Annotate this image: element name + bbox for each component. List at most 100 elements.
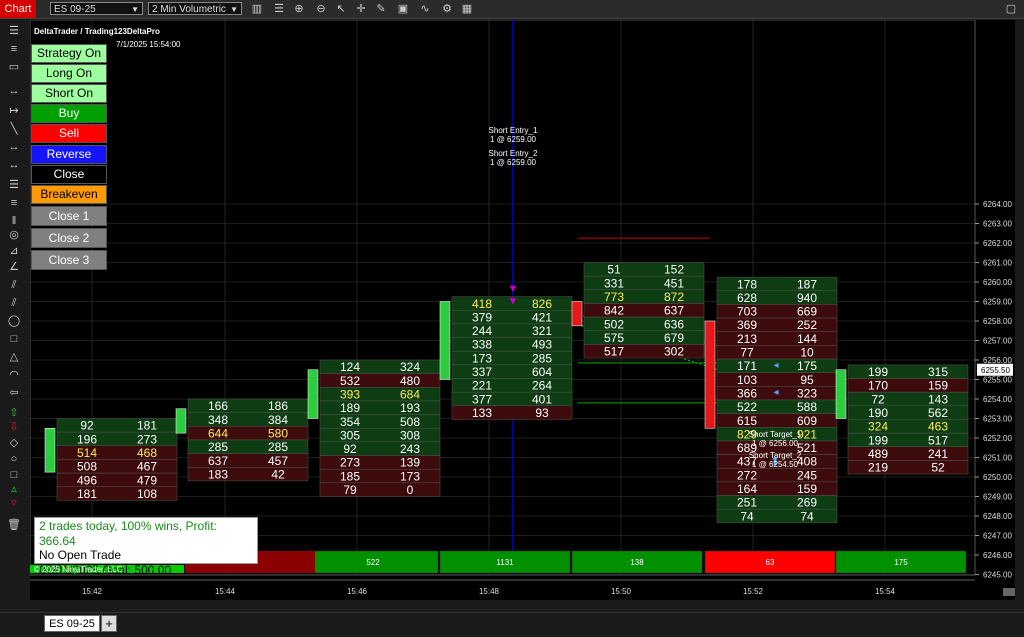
time-lines-icon[interactable]: ‖ (6, 214, 22, 228)
strategy-icon[interactable]: ⚙ (440, 2, 454, 16)
triangle-up-icon[interactable]: ▵ (6, 482, 22, 496)
list-icon[interactable]: ☰ (272, 2, 286, 16)
ask-volume: 143 (928, 392, 948, 406)
ask-volume: 636 (664, 317, 684, 331)
fib-icon[interactable]: ☰ (6, 178, 22, 192)
stats-open-trade: No Open Trade (39, 548, 122, 562)
snapshot-icon[interactable]: ▣ (396, 2, 410, 16)
ray-icon[interactable]: ↦ (6, 104, 22, 118)
add-tab-button[interactable]: + (101, 615, 117, 632)
close-2-button[interactable]: Close 2 (31, 228, 107, 248)
bid-volume: 219 (868, 461, 888, 475)
menu-icon[interactable]: ☰ (6, 24, 22, 38)
arrow-line-icon[interactable]: ↔ (6, 140, 22, 154)
bid-volume: 181 (77, 487, 97, 501)
footprint-cell (847, 405, 969, 420)
bid-volume: 199 (868, 365, 888, 379)
square-marker-icon[interactable]: □ (6, 468, 22, 482)
ask-volume: 285 (532, 351, 552, 365)
cursor-icon[interactable]: ↖ (334, 2, 348, 16)
indicator-icon[interactable]: ∿ (418, 2, 432, 16)
long-on-button[interactable]: Long On (31, 64, 107, 83)
close-3-button[interactable]: Close 3 (31, 250, 107, 270)
delta-value: 138 (630, 558, 644, 567)
lines-icon[interactable]: ≡ (6, 42, 22, 56)
trash-icon[interactable]: 🗑 (6, 518, 22, 532)
candle-body (44, 428, 56, 473)
properties-icon[interactable]: ▦ (460, 2, 474, 16)
pitchfork-icon[interactable]: ⫽ (6, 278, 22, 292)
trend-line-icon[interactable]: ╲ (6, 122, 22, 136)
bars-icon[interactable]: ▥ (250, 2, 264, 16)
arrow-down-icon[interactable]: ⇩ (6, 420, 22, 434)
price-tick-label: 6261.00 (983, 259, 1012, 268)
bid-volume: 331 (604, 276, 624, 290)
gann-icon[interactable]: ⊿ (6, 244, 22, 258)
square-icon[interactable]: □ (6, 332, 22, 346)
trade-annotation: Short Target_2 (749, 451, 802, 460)
ask-volume: 264 (532, 379, 552, 393)
diamond-icon[interactable]: ◇ (6, 436, 22, 450)
ask-volume: 463 (928, 420, 948, 434)
sell-button[interactable]: Sell (31, 124, 107, 143)
price-tick-label: 6250.00 (983, 473, 1012, 482)
triangle-down-icon[interactable]: ▿ (6, 496, 22, 510)
footprint-cell (716, 290, 838, 305)
ask-volume: 252 (797, 318, 817, 332)
zoom-in-icon[interactable]: ⊕ (292, 2, 306, 16)
time-tick-label: 15:52 (743, 587, 764, 596)
bid-volume: 773 (604, 290, 624, 304)
footprint-cell (187, 398, 309, 413)
window-icon[interactable]: ▢ (1004, 2, 1018, 16)
chart-datetime: 7/1/2025 15:54:00 (116, 40, 181, 49)
ellipse-icon[interactable]: ◯ (6, 314, 22, 328)
arc-icon[interactable]: ◠ (6, 368, 22, 382)
horizontal-line-icon[interactable]: ↔ (6, 84, 22, 98)
circle-target-icon[interactable]: ◎ (6, 228, 22, 242)
instrument-selector[interactable]: ES 09-25 ▼ (50, 2, 143, 15)
ask-volume: 826 (532, 297, 552, 311)
close-button[interactable]: Close (31, 165, 107, 184)
parallel-icon[interactable]: ⫽ (6, 296, 22, 310)
zoom-out-icon[interactable]: ⊖ (314, 2, 328, 16)
text-icon[interactable]: ⇦ (6, 386, 22, 400)
channel-icon[interactable]: ≡ (6, 196, 22, 210)
arrow-up-icon[interactable]: ⇧ (6, 406, 22, 420)
footprint-cell (716, 481, 838, 496)
instrument-tab[interactable]: ES 09-25 (44, 615, 100, 632)
breakeven-button[interactable]: Breakeven (31, 185, 107, 204)
ask-volume: 159 (797, 482, 817, 496)
price-tick-label: 6254.00 (983, 395, 1012, 404)
footprint-cell (451, 350, 573, 366)
pencil-icon[interactable]: ✎ (374, 2, 388, 16)
price-tick-label: 6262.00 (983, 239, 1012, 248)
price-tick-label: 6255.00 (983, 376, 1012, 385)
ask-volume: 467 (137, 460, 157, 474)
ask-volume: 139 (400, 456, 420, 470)
angle-icon[interactable]: ∠ (6, 260, 22, 274)
strategy-on-button[interactable]: Strategy On (31, 44, 107, 63)
short-on-button[interactable]: Short On (31, 84, 107, 103)
footprint-cell (451, 364, 573, 379)
extended-line-icon[interactable]: ↔ (6, 158, 22, 172)
triangle-icon[interactable]: △ (6, 350, 22, 364)
dot-icon[interactable]: ○ (6, 452, 22, 466)
reverse-button[interactable]: Reverse (31, 145, 107, 164)
crosshair-icon[interactable]: ✛ (354, 2, 368, 16)
trade-annotation: Short Entry_1 (489, 126, 538, 135)
chart-area[interactable]: 6264.00 6263.00 6262.00 6261.00 6260.00 6259.… (30, 20, 1015, 600)
buy-button[interactable]: Buy (31, 104, 107, 123)
ask-volume: 562 (928, 406, 948, 420)
chart-tab[interactable]: Chart (0, 0, 36, 18)
period-selector[interactable]: 2 Min Volumetric ▼ (148, 2, 242, 15)
bid-volume: 418 (472, 297, 492, 311)
close-1-button[interactable]: Close 1 (31, 206, 107, 226)
bid-volume: 366 (737, 386, 757, 400)
ask-volume: 245 (797, 468, 817, 482)
footprint-cell (319, 414, 441, 429)
footprint-cell (583, 316, 705, 332)
price-tick-label: 6259.00 (983, 298, 1012, 307)
rectangle-icon[interactable]: ▭ (6, 60, 22, 74)
bid-volume: 615 (737, 414, 757, 428)
ask-volume: 181 (137, 419, 157, 433)
